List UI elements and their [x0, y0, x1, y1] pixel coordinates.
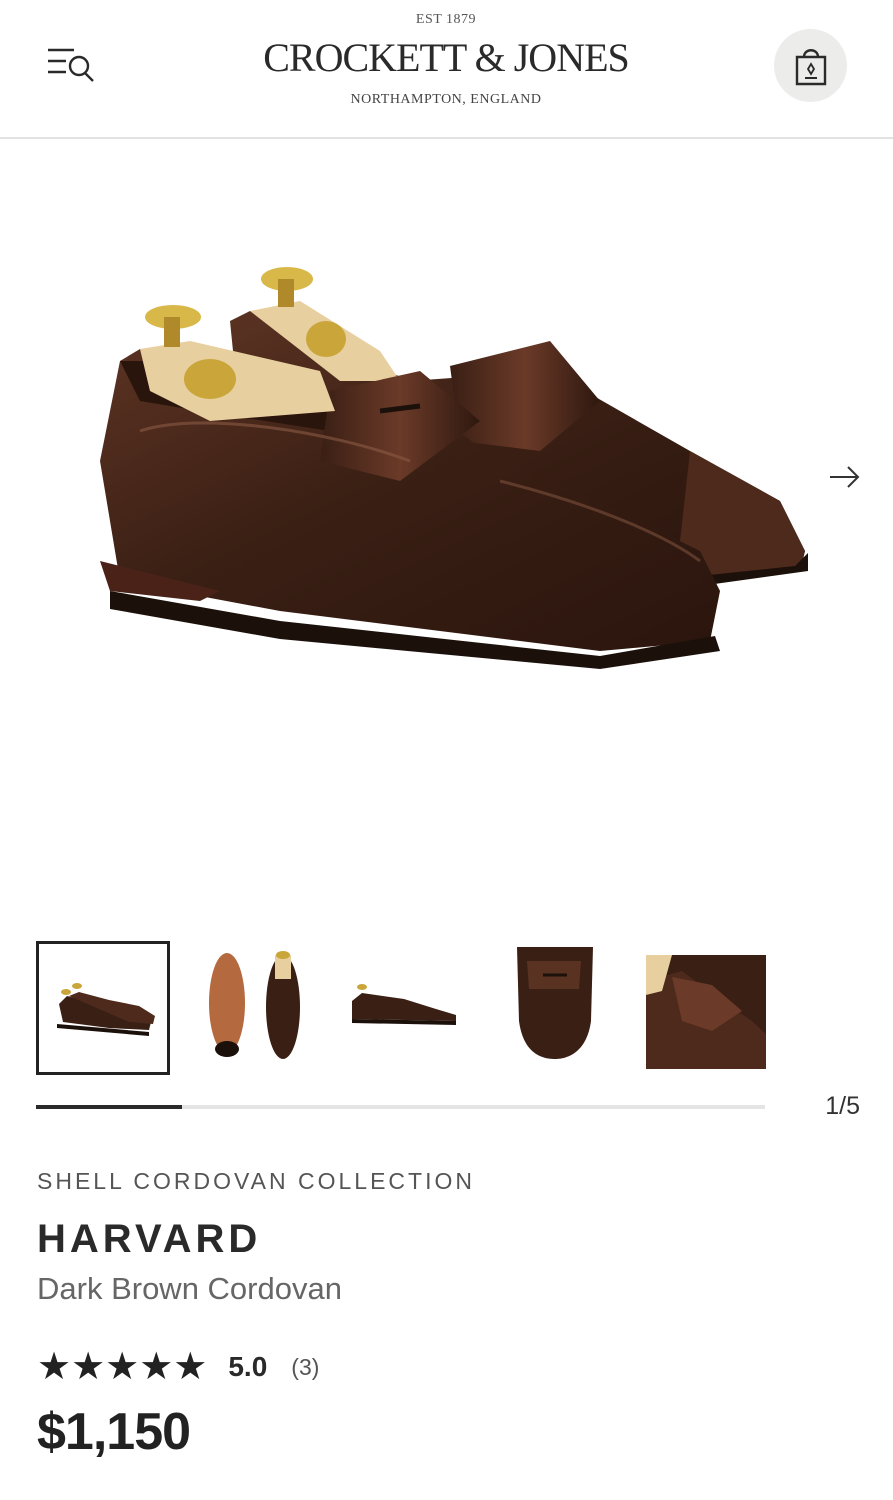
gallery-progress-fill	[36, 1105, 182, 1109]
brand-established: EST 1879	[415, 12, 477, 27]
gallery-thumbnails	[36, 941, 776, 1075]
review-count[interactable]: (3)	[291, 1354, 319, 1381]
thumbnail-image-sole	[209, 951, 300, 1059]
product-price: $1,150	[37, 1403, 191, 1461]
site-header: EST 1879 CROCKETT & JONES NORTHAMPTON, E…	[0, 0, 893, 139]
thumbnail-3[interactable]	[334, 941, 468, 1075]
brand-logo[interactable]: EST 1879 CROCKETT & JONES NORTHAMPTON, E…	[246, 10, 646, 130]
thumbnail-4[interactable]	[483, 941, 617, 1075]
product-hero-image[interactable]	[0, 141, 893, 921]
shopping-bag-icon	[795, 49, 827, 86]
gallery-counter: 1/5	[825, 1092, 860, 1120]
brand-location: NORTHAMPTON, ENGLAND	[350, 92, 542, 107]
thumbnail-image-pair	[57, 983, 155, 1036]
product-color: Dark Brown Cordovan	[37, 1271, 342, 1306]
product-collection[interactable]: SHELL CORDOVAN COLLECTION	[37, 1168, 475, 1195]
menu-search-icon[interactable]	[44, 44, 96, 84]
product-title: HARVARD	[37, 1217, 262, 1261]
thumbnail-1[interactable]	[36, 941, 170, 1075]
thumbnail-image-side	[352, 984, 456, 1025]
rating-score: 5.0	[228, 1351, 268, 1382]
brand-name: CROCKETT & JONES	[263, 35, 630, 80]
thumbnail-2[interactable]	[185, 941, 319, 1075]
product-rating[interactable]: ★★★★★ 5.0 (3)	[37, 1345, 319, 1389]
thumbnail-5[interactable]	[632, 941, 766, 1075]
rating-stars-icon: ★★★★★	[37, 1346, 208, 1388]
thumbnail-image-detail	[646, 955, 766, 1069]
shopping-bag-button[interactable]	[774, 29, 847, 102]
thumbnail-image-top	[517, 947, 593, 1059]
arrow-right-icon[interactable]	[824, 457, 864, 497]
product-photo-pair	[100, 267, 808, 669]
gallery-progress-bar	[36, 1105, 765, 1109]
